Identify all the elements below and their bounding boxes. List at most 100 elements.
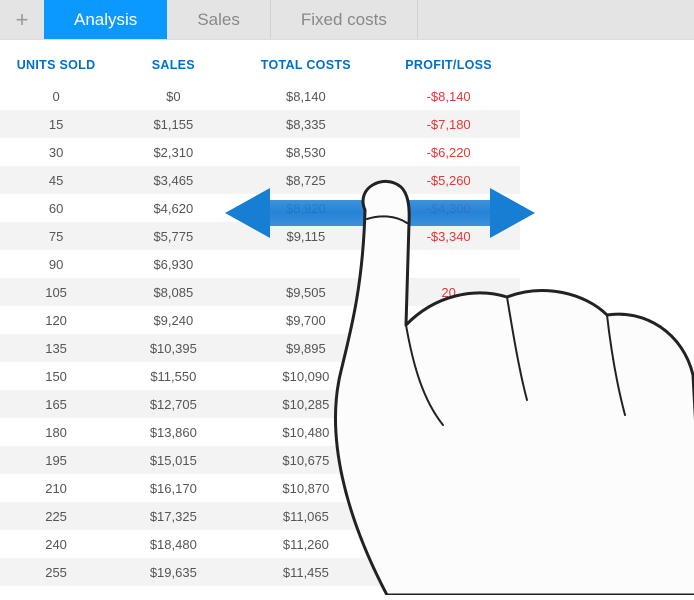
table-cell[interactable] (377, 250, 520, 278)
table-cell[interactable] (377, 390, 520, 418)
table-cell[interactable]: -$4,300 (377, 194, 520, 222)
table-row[interactable]: 30$2,310$8,530-$6,220 (0, 138, 520, 166)
table-cell[interactable]: 0 (0, 82, 112, 110)
table-cell[interactable]: $8,140 (235, 82, 378, 110)
table-cell[interactable]: 150 (0, 362, 112, 390)
table-cell[interactable] (377, 558, 520, 586)
table-cell[interactable]: $10,480 (235, 418, 378, 446)
table-row[interactable]: 15$1,155$8,335-$7,180 (0, 110, 520, 138)
table-cell[interactable]: 165 (0, 390, 112, 418)
table-cell[interactable]: 30 (0, 138, 112, 166)
table-row[interactable]: 60$4,620$8,920-$4,300 (0, 194, 520, 222)
table-row[interactable]: 210$16,170$10,870 (0, 474, 520, 502)
table-cell[interactable]: $10,675 (235, 446, 378, 474)
table-cell[interactable]: $9,115 (235, 222, 378, 250)
table-row[interactable]: 225$17,325$11,065 (0, 502, 520, 530)
table-cell[interactable]: $1,155 (112, 110, 234, 138)
table-cell[interactable]: 240 (0, 530, 112, 558)
table-cell[interactable]: 180 (0, 418, 112, 446)
table-row[interactable]: 45$3,465$8,725-$5,260 (0, 166, 520, 194)
spreadsheet-area[interactable]: UNITS SOLD SALES TOTAL COSTS PROFIT/LOSS… (0, 40, 694, 586)
table-cell[interactable]: $16,170 (112, 474, 234, 502)
table-cell[interactable]: $3,465 (112, 166, 234, 194)
table-cell[interactable]: 105 (0, 278, 112, 306)
col-header-sales[interactable]: SALES (112, 48, 234, 82)
table-row[interactable]: 0$0$8,140-$8,140 (0, 82, 520, 110)
table-cell[interactable]: $11,065 (235, 502, 378, 530)
table-cell[interactable]: 60 (0, 194, 112, 222)
table-cell[interactable] (377, 306, 520, 334)
table-row[interactable]: 90$6,930 (0, 250, 520, 278)
table-row[interactable]: 255$19,635$11,455 (0, 558, 520, 586)
table-cell[interactable] (377, 530, 520, 558)
table-cell[interactable]: $11,455 (235, 558, 378, 586)
table-cell[interactable]: -$5,260 (377, 166, 520, 194)
table-cell[interactable]: 210 (0, 474, 112, 502)
table-cell[interactable]: $2,310 (112, 138, 234, 166)
table-cell[interactable]: $10,090 (235, 362, 378, 390)
col-header-units-sold[interactable]: UNITS SOLD (0, 48, 112, 82)
tab-fixed-costs[interactable]: Fixed costs (271, 0, 418, 39)
table-cell[interactable]: $19,635 (112, 558, 234, 586)
table-cell[interactable]: 20 (377, 278, 520, 306)
table-row[interactable]: 165$12,705$10,285 (0, 390, 520, 418)
table-cell[interactable]: 75 (0, 222, 112, 250)
table-cell[interactable]: $8,530 (235, 138, 378, 166)
table-cell[interactable] (377, 474, 520, 502)
table-cell[interactable]: $15,015 (112, 446, 234, 474)
table-cell[interactable]: $9,700 (235, 306, 378, 334)
table-cell[interactable]: $12,705 (112, 390, 234, 418)
table-cell[interactable]: $10,285 (235, 390, 378, 418)
tab-analysis[interactable]: Analysis (44, 0, 167, 39)
table-cell[interactable]: $9,505 (235, 278, 378, 306)
table-cell[interactable]: $11,550 (112, 362, 234, 390)
table-row[interactable]: 75$5,775$9,115-$3,340 (0, 222, 520, 250)
data-table[interactable]: UNITS SOLD SALES TOTAL COSTS PROFIT/LOSS… (0, 48, 520, 586)
table-cell[interactable]: $17,325 (112, 502, 234, 530)
table-row[interactable]: 105$8,085$9,50520 (0, 278, 520, 306)
table-cell[interactable] (377, 362, 520, 390)
table-cell[interactable]: -$6,220 (377, 138, 520, 166)
table-row[interactable]: 195$15,015$10,675 (0, 446, 520, 474)
table-cell[interactable]: $10,870 (235, 474, 378, 502)
table-cell[interactable]: $8,725 (235, 166, 378, 194)
table-row[interactable]: 120$9,240$9,700 (0, 306, 520, 334)
table-cell[interactable] (377, 334, 520, 362)
table-cell[interactable]: 255 (0, 558, 112, 586)
table-cell[interactable]: 45 (0, 166, 112, 194)
table-cell[interactable]: $8,920 (235, 194, 378, 222)
table-cell[interactable]: $5,775 (112, 222, 234, 250)
table-cell[interactable]: $13,860 (112, 418, 234, 446)
table-cell[interactable]: $4,620 (112, 194, 234, 222)
table-cell[interactable]: $0 (112, 82, 234, 110)
table-row[interactable]: 240$18,480$11,260 (0, 530, 520, 558)
table-cell[interactable]: $11,260 (235, 530, 378, 558)
table-cell[interactable]: 15 (0, 110, 112, 138)
table-cell[interactable]: -$8,140 (377, 82, 520, 110)
table-row[interactable]: 135$10,395$9,895 (0, 334, 520, 362)
table-cell[interactable]: 225 (0, 502, 112, 530)
table-cell[interactable]: $6,930 (112, 250, 234, 278)
table-cell[interactable]: $18,480 (112, 530, 234, 558)
table-cell[interactable]: 135 (0, 334, 112, 362)
table-cell[interactable]: -$3,340 (377, 222, 520, 250)
tab-sales[interactable]: Sales (167, 0, 271, 39)
table-cell[interactable] (377, 418, 520, 446)
table-cell[interactable]: $8,085 (112, 278, 234, 306)
table-row[interactable]: 180$13,860$10,480 (0, 418, 520, 446)
table-cell[interactable] (377, 502, 520, 530)
table-cell[interactable] (377, 446, 520, 474)
table-cell[interactable]: 120 (0, 306, 112, 334)
col-header-profit-loss[interactable]: PROFIT/LOSS (377, 48, 520, 82)
col-header-total-costs[interactable]: TOTAL COSTS (235, 48, 378, 82)
table-cell[interactable]: $9,240 (112, 306, 234, 334)
table-cell[interactable]: $8,335 (235, 110, 378, 138)
table-cell[interactable]: 195 (0, 446, 112, 474)
table-cell[interactable]: $9,895 (235, 334, 378, 362)
table-cell[interactable]: -$7,180 (377, 110, 520, 138)
table-row[interactable]: 150$11,550$10,090 (0, 362, 520, 390)
add-tab-button[interactable]: + (0, 0, 44, 39)
table-cell[interactable] (235, 250, 378, 278)
table-cell[interactable]: 90 (0, 250, 112, 278)
table-cell[interactable]: $10,395 (112, 334, 234, 362)
